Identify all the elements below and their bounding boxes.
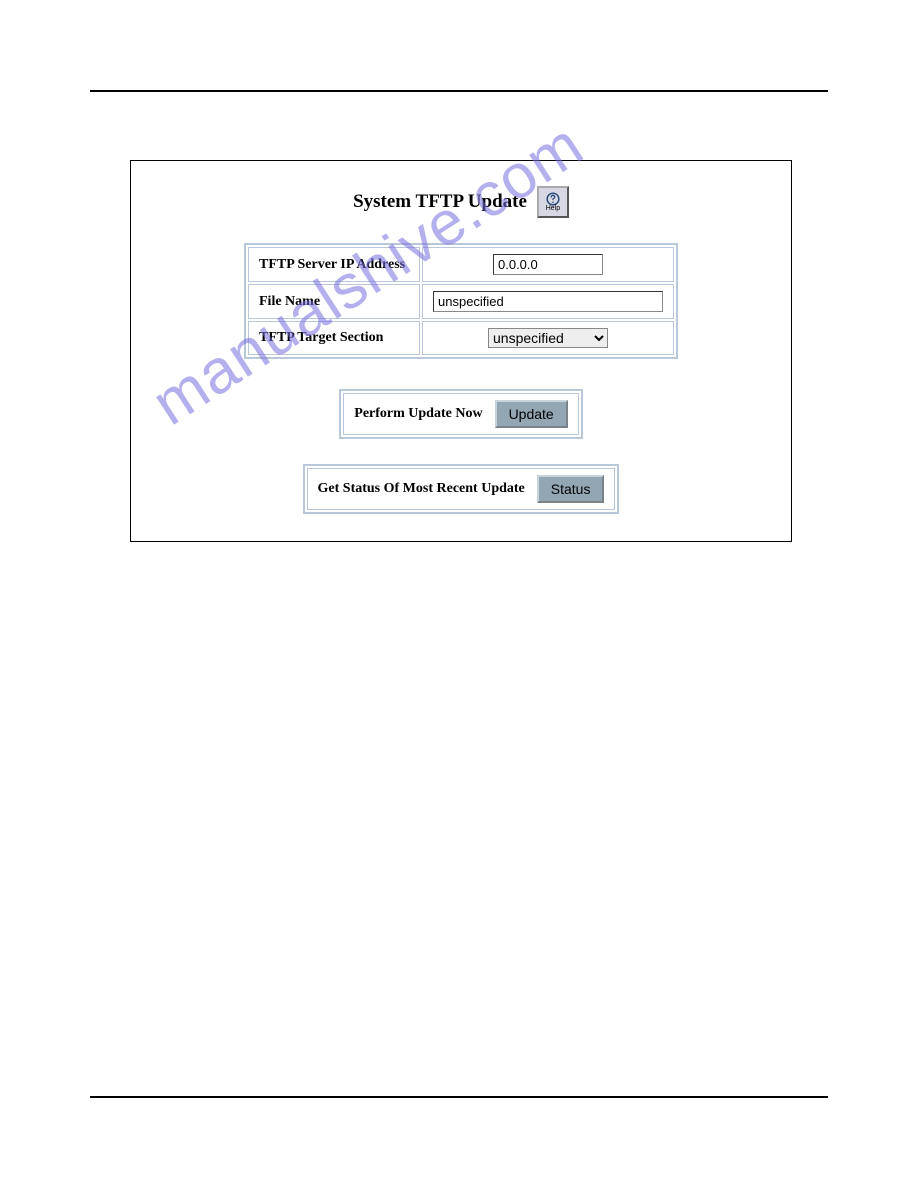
- title-row: System TFTP Update Help: [131, 186, 791, 218]
- ip-address-label: TFTP Server IP Address: [248, 247, 420, 282]
- filename-label: File Name: [248, 284, 420, 319]
- update-button[interactable]: Update: [495, 400, 568, 428]
- bottom-rule: [90, 1096, 828, 1098]
- target-section-label: TFTP Target Section: [248, 321, 420, 355]
- tftp-form-table: TFTP Server IP Address File Name TFTP Ta…: [244, 243, 678, 359]
- filename-input[interactable]: [433, 291, 663, 312]
- help-icon: [546, 192, 560, 206]
- status-button[interactable]: Status: [537, 475, 605, 503]
- top-rule: [90, 90, 828, 92]
- status-action-box: Get Status Of Most Recent Update Status: [303, 464, 620, 514]
- target-section-select[interactable]: unspecified: [488, 328, 608, 348]
- ip-address-input[interactable]: [493, 254, 603, 275]
- help-label: Help: [546, 205, 560, 212]
- update-action-label: Perform Update Now: [354, 406, 482, 422]
- page-title: System TFTP Update: [353, 191, 527, 213]
- help-button[interactable]: Help: [537, 186, 569, 218]
- update-action-box: Perform Update Now Update: [339, 389, 582, 439]
- status-action-label: Get Status Of Most Recent Update: [318, 481, 525, 497]
- tftp-update-panel: System TFTP Update Help TFTP Server IP A…: [130, 160, 792, 542]
